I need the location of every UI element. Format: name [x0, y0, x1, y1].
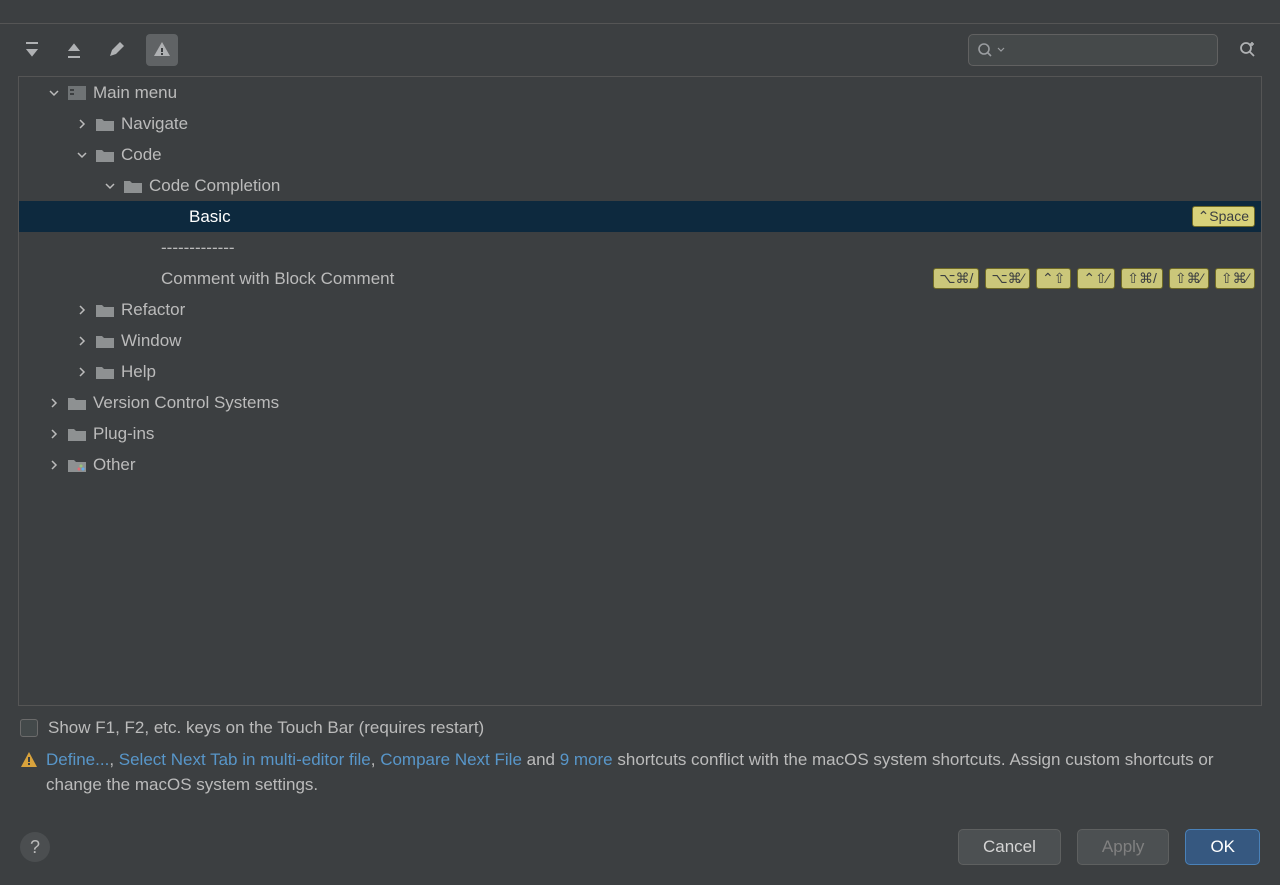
help-button[interactable]: ? — [20, 832, 50, 862]
tree-label: Code — [121, 145, 162, 165]
keymap-tree[interactable]: Main menu Navigate Code Code Completion … — [18, 76, 1262, 706]
expand-all-icon[interactable] — [20, 38, 44, 62]
link-compare-next-file[interactable]: Compare Next File — [380, 750, 522, 769]
tree-label: ------------- — [161, 238, 235, 258]
tree-item-help[interactable]: Help — [19, 356, 1261, 387]
conflict-warning-row: Define..., Select Next Tab in multi-edit… — [0, 746, 1280, 797]
tree-label: Basic — [189, 207, 231, 227]
shortcut-badge: ⇧⌘⁄ — [1169, 268, 1209, 289]
folder-icon — [95, 145, 115, 165]
tree-label: Other — [93, 455, 136, 475]
tree-label: Plug-ins — [93, 424, 154, 444]
folder-icon — [95, 300, 115, 320]
search-input-container[interactable] — [968, 34, 1218, 66]
tree-label: Version Control Systems — [93, 393, 279, 413]
tree-label: Comment with Block Comment — [161, 269, 394, 289]
tree-label: Refactor — [121, 300, 185, 320]
ok-button[interactable]: OK — [1185, 829, 1260, 865]
header-area — [0, 0, 1280, 24]
find-action-by-shortcut-icon[interactable] — [1236, 38, 1260, 62]
touchbar-checkbox-label: Show F1, F2, etc. keys on the Touch Bar … — [48, 718, 484, 738]
folder-icon — [67, 424, 87, 444]
tree-item-code[interactable]: Code — [19, 139, 1261, 170]
shortcut-badge: ⌃⇧ — [1036, 268, 1071, 289]
chevron-right-icon — [45, 456, 63, 474]
folder-icon — [67, 393, 87, 413]
tree-label: Main menu — [93, 83, 177, 103]
shortcut-badge: ⌥⌘/ — [933, 268, 979, 289]
menu-root-icon — [67, 83, 87, 103]
conflict-text: Define..., Select Next Tab in multi-edit… — [46, 748, 1260, 797]
cancel-button[interactable]: Cancel — [958, 829, 1061, 865]
shortcut-badge: ⇧⌘/ — [1121, 268, 1163, 289]
search-input[interactable] — [1009, 42, 1209, 59]
tree-item-comment-block[interactable]: Comment with Block Comment ⌥⌘/ ⌥⌘⁄ ⌃⇧ ⌃⇧… — [19, 263, 1261, 294]
dialog-button-row: ? Cancel Apply OK — [0, 829, 1280, 865]
show-conflicts-icon[interactable] — [146, 34, 178, 66]
touchbar-checkbox[interactable] — [20, 719, 38, 737]
folder-icon — [95, 362, 115, 382]
warning-icon — [20, 751, 38, 769]
link-more-conflicts[interactable]: 9 more — [560, 750, 613, 769]
tree-item-plugins[interactable]: Plug-ins — [19, 418, 1261, 449]
tree-item-vcs[interactable]: Version Control Systems — [19, 387, 1261, 418]
chevron-down-icon — [45, 84, 63, 102]
tree-label: Navigate — [121, 114, 188, 134]
chevron-right-icon — [73, 115, 91, 133]
tree-label: Code Completion — [149, 176, 280, 196]
chevron-down-icon — [101, 177, 119, 195]
tree-label: Help — [121, 362, 156, 382]
chevron-right-icon — [45, 394, 63, 412]
search-icon — [977, 42, 993, 58]
tree-item-main-menu[interactable]: Main menu — [19, 77, 1261, 108]
tree-item-separator[interactable]: ------------- — [19, 232, 1261, 263]
folder-icon — [95, 331, 115, 351]
tree-label: Window — [121, 331, 181, 351]
tree-item-basic[interactable]: Basic ⌃Space — [19, 201, 1261, 232]
chevron-right-icon — [73, 363, 91, 381]
tree-item-navigate[interactable]: Navigate — [19, 108, 1261, 139]
shortcut-badge: ⌃Space — [1192, 206, 1255, 227]
tree-item-code-completion[interactable]: Code Completion — [19, 170, 1261, 201]
toolbar — [0, 24, 1280, 76]
other-group-icon — [67, 455, 87, 475]
folder-icon — [95, 114, 115, 134]
collapse-all-icon[interactable] — [62, 38, 86, 62]
tree-item-window[interactable]: Window — [19, 325, 1261, 356]
tree-item-other[interactable]: Other — [19, 449, 1261, 480]
shortcut-badge: ⇧⌘⁄ — [1215, 268, 1255, 289]
shortcut-badge: ⌥⌘⁄ — [985, 268, 1029, 289]
chevron-right-icon — [45, 425, 63, 443]
folder-icon — [123, 176, 143, 196]
edit-shortcut-icon[interactable] — [104, 38, 128, 62]
search-dropdown-icon[interactable] — [997, 46, 1005, 54]
touchbar-option-row: Show F1, F2, etc. keys on the Touch Bar … — [0, 706, 1280, 746]
link-define[interactable]: Define... — [46, 750, 109, 769]
chevron-down-icon — [73, 146, 91, 164]
chevron-right-icon — [73, 332, 91, 350]
apply-button[interactable]: Apply — [1077, 829, 1170, 865]
tree-item-refactor[interactable]: Refactor — [19, 294, 1261, 325]
chevron-right-icon — [73, 301, 91, 319]
link-select-next-tab[interactable]: Select Next Tab in multi-editor file — [119, 750, 371, 769]
shortcut-badge: ⌃⇧⁄ — [1077, 268, 1115, 289]
